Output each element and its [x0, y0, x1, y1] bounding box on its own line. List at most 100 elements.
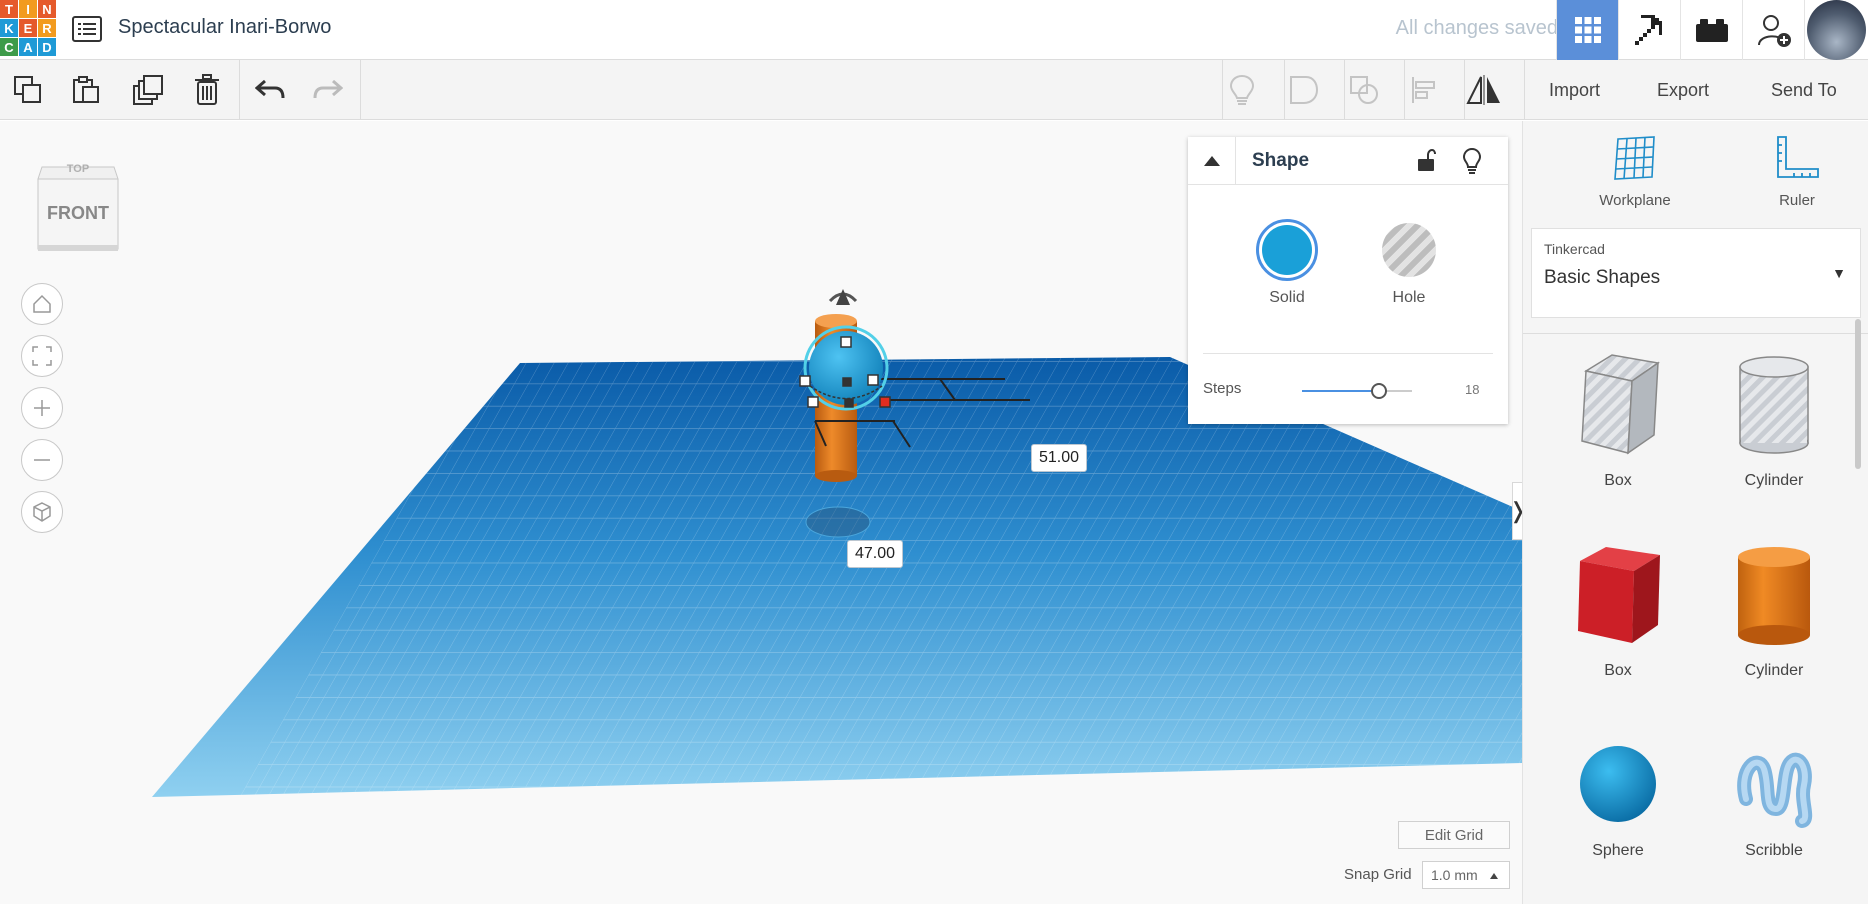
- workplane-tool[interactable]: Workplane: [1575, 135, 1695, 209]
- inspector-title: Shape: [1252, 150, 1310, 171]
- ruler-label: Ruler: [1779, 192, 1815, 209]
- paste-icon: [73, 76, 99, 103]
- grid-view-icon: [1574, 17, 1601, 43]
- profile-button[interactable]: [1804, 0, 1868, 60]
- inspector-collapse-button[interactable]: [1188, 137, 1236, 185]
- snap-grid-value: 1.0 mm: [1431, 867, 1478, 883]
- snap-grid-select[interactable]: 1.0 mm: [1422, 861, 1510, 889]
- logo-letter: E: [19, 19, 37, 37]
- unlock-icon: [1418, 148, 1436, 171]
- import-button[interactable]: Import: [1532, 70, 1617, 110]
- shape-label: Cylinder: [1744, 662, 1804, 679]
- inspector-notes-button[interactable]: [1462, 147, 1482, 180]
- 3d-view-button[interactable]: [1556, 0, 1618, 60]
- workplane-label: Workplane: [1599, 192, 1671, 209]
- steps-slider[interactable]: [1302, 383, 1412, 399]
- steps-value: 18: [1465, 382, 1480, 397]
- solid-swatch[interactable]: [1256, 219, 1318, 281]
- align-button[interactable]: [1404, 70, 1444, 110]
- logo-letter: K: [0, 19, 18, 37]
- depth-dimension-input[interactable]: 47.00: [847, 540, 904, 568]
- redo-icon: [313, 79, 343, 99]
- sphere-icon: [1580, 746, 1656, 822]
- bricks-button[interactable]: [1680, 0, 1742, 60]
- trash-icon: [195, 74, 219, 105]
- top-bar: T I N K E R C A D Spectacular Inari-Borw…: [0, 0, 1868, 60]
- shapes-scrollbar[interactable]: [1855, 319, 1861, 469]
- shape-library-select[interactable]: Tinkercad Basic Shapes ▼: [1531, 228, 1861, 318]
- viewcube-front-label: FRONT: [47, 203, 109, 223]
- edit-toolbar: Import Export Send To: [0, 60, 1868, 120]
- fit-all-icon: [32, 346, 52, 366]
- undo-icon: [255, 79, 285, 99]
- shape-cylinder-hole[interactable]: Cylinder: [1699, 349, 1849, 490]
- hole-label: Hole: [1392, 289, 1426, 306]
- duplicate-button[interactable]: [128, 70, 168, 110]
- workplane-icon: [1614, 136, 1655, 180]
- minecraft-button[interactable]: [1618, 0, 1680, 60]
- undo-button[interactable]: [250, 70, 290, 110]
- avatar: [1807, 0, 1866, 60]
- logo-letter: T: [0, 0, 18, 18]
- copy-button[interactable]: [8, 70, 48, 110]
- send-to-button[interactable]: Send To: [1754, 70, 1854, 110]
- plus-icon: [34, 400, 50, 416]
- hole-swatch[interactable]: [1382, 223, 1436, 277]
- mirror-button[interactable]: [1464, 70, 1504, 110]
- zoom-out-button[interactable]: [21, 439, 63, 481]
- top-right-actions: [1556, 0, 1868, 60]
- paste-button[interactable]: [66, 70, 106, 110]
- rotate-handle[interactable]: [828, 289, 858, 305]
- group-button[interactable]: [1284, 70, 1324, 110]
- ungroup-icon: [1350, 76, 1378, 104]
- fit-view-button[interactable]: [21, 335, 63, 377]
- brick-icon: [1695, 19, 1728, 42]
- shape-inspector: Shape Solid Hole Steps 18: [1188, 137, 1508, 424]
- logo-letter: A: [19, 38, 37, 56]
- delete-button[interactable]: [187, 70, 227, 110]
- shape-cylinder[interactable]: Cylinder: [1699, 539, 1849, 680]
- shape-sphere[interactable]: Sphere: [1543, 739, 1693, 860]
- shape-box[interactable]: Box: [1543, 539, 1693, 680]
- ruler-tool[interactable]: Ruler: [1737, 135, 1857, 209]
- shape-label: Box: [1604, 662, 1632, 679]
- steps-fill: [1302, 390, 1379, 392]
- design-title[interactable]: Spectacular Inari-Borwo: [118, 16, 331, 39]
- view-cube[interactable]: TOP FRONT: [36, 159, 120, 253]
- solid-label: Solid: [1269, 289, 1305, 306]
- notes-button[interactable]: [1222, 70, 1262, 110]
- ungroup-button[interactable]: [1344, 70, 1384, 110]
- cube-icon: [33, 502, 51, 522]
- export-button[interactable]: Export: [1640, 70, 1726, 110]
- lightbulb-icon: [1229, 74, 1255, 105]
- steps-label: Steps: [1203, 380, 1242, 397]
- tinkercad-logo[interactable]: T I N K E R C A D: [0, 0, 56, 56]
- logo-letter: C: [0, 38, 18, 56]
- lock-button[interactable]: [1416, 148, 1436, 178]
- shape-label: Scribble: [1745, 842, 1803, 859]
- zoom-in-button[interactable]: [21, 387, 63, 429]
- library-name: Basic Shapes: [1544, 267, 1661, 288]
- caret-up-icon: [1203, 156, 1220, 166]
- shape-scribble[interactable]: Scribble: [1699, 739, 1849, 860]
- save-status: All changes saved: [1395, 17, 1558, 39]
- align-icon: [1412, 77, 1435, 103]
- redo-button[interactable]: [308, 70, 348, 110]
- edit-grid-button[interactable]: Edit Grid: [1398, 821, 1510, 849]
- orthographic-view-button[interactable]: [21, 491, 63, 533]
- logo-letter: I: [19, 0, 37, 18]
- logo-letter: N: [38, 0, 56, 18]
- shapes-panel: Workplane Ruler Tinkercad Basic Shapes ▼…: [1522, 121, 1868, 904]
- invite-user-button[interactable]: [1742, 0, 1804, 60]
- cylinder-hole-icon: [1739, 356, 1809, 454]
- mirror-icon: [1466, 75, 1500, 105]
- list-icon: [72, 16, 102, 42]
- width-dimension-input[interactable]: 51.00: [1031, 444, 1088, 472]
- home-view-button[interactable]: [21, 283, 63, 325]
- lightbulb-icon: [1462, 147, 1482, 174]
- steps-slider-thumb[interactable]: [1371, 383, 1387, 399]
- design-list-button[interactable]: [70, 12, 104, 46]
- group-icon: [1290, 76, 1319, 104]
- minus-icon: [34, 459, 50, 461]
- shape-box-hole[interactable]: Box: [1543, 349, 1693, 490]
